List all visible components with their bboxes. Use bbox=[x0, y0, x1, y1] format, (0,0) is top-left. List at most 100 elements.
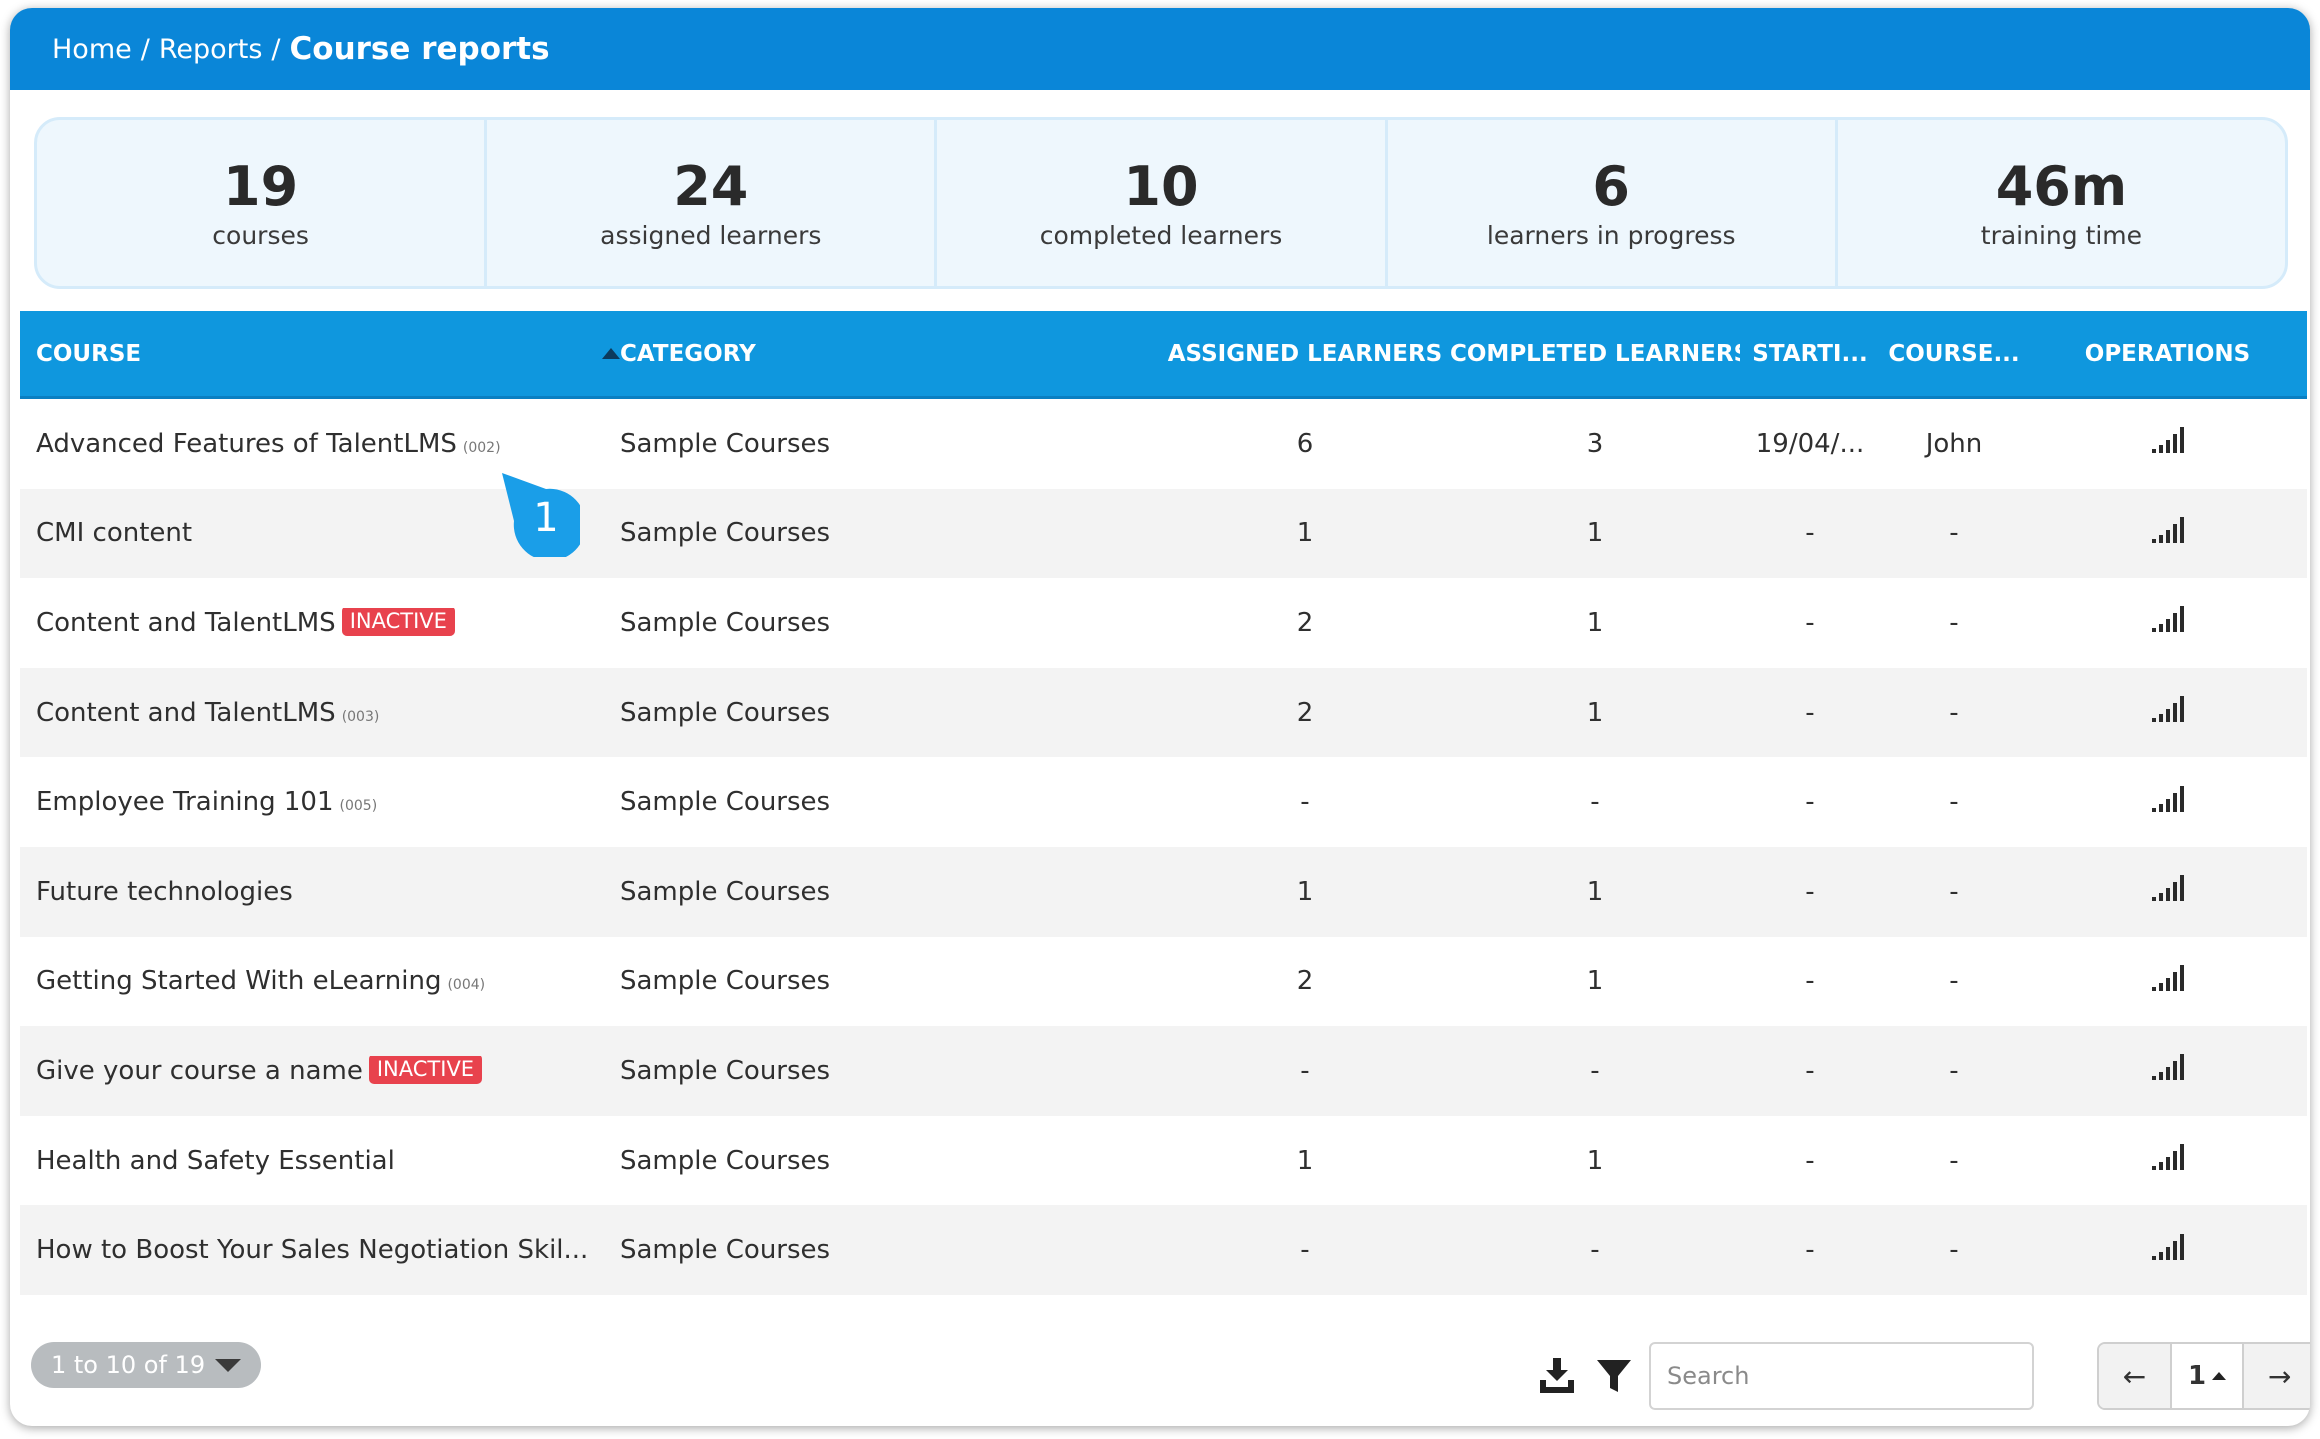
next-page-button[interactable]: → bbox=[2244, 1344, 2310, 1408]
bar-chart-icon[interactable] bbox=[2151, 1054, 2184, 1081]
bar-chart-icon[interactable] bbox=[2151, 606, 2184, 633]
course-name-link[interactable]: Content and TalentLMS bbox=[36, 698, 336, 728]
table-header: COURSE CATEGORY ASSIGNED LEARNERS COMPLE… bbox=[20, 311, 2307, 399]
bar-chart-icon[interactable] bbox=[2151, 1233, 2184, 1260]
table-row[interactable]: Content and TalentLMS (003) Sample Courses… bbox=[20, 667, 2307, 758]
download-icon[interactable] bbox=[1538, 1356, 1576, 1394]
course-code: (002) bbox=[462, 439, 501, 456]
course-cell: Health and Safety Essential bbox=[20, 1146, 620, 1176]
category-cell: Sample Courses bbox=[620, 1145, 831, 1176]
course-code: (003) bbox=[341, 708, 380, 725]
course-reports-card: Home / Reports / Course reports 19 cours… bbox=[10, 8, 2310, 1426]
search-input[interactable] bbox=[1649, 1342, 2034, 1410]
filter-icon[interactable] bbox=[1596, 1358, 1632, 1394]
breadcrumb: Home / Reports / Course reports bbox=[10, 8, 2310, 90]
bar-chart-icon[interactable] bbox=[2151, 785, 2184, 812]
starting-cell: - bbox=[1805, 787, 1815, 818]
sort-asc-icon[interactable] bbox=[602, 347, 620, 359]
completed-learners-cell: 1 bbox=[1586, 876, 1604, 907]
course-cell: How to Boost Your Sales Negotiation Skil… bbox=[20, 1235, 620, 1265]
category-cell: Sample Courses bbox=[620, 876, 831, 907]
bar-chart-icon[interactable] bbox=[2151, 427, 2184, 454]
operations-cell bbox=[2028, 1144, 2307, 1177]
operations-cell bbox=[2028, 875, 2307, 908]
course-code: (005) bbox=[339, 798, 378, 815]
inactive-badge: INACTIVE bbox=[368, 1055, 483, 1085]
course-name-link[interactable]: Employee Training 101 bbox=[36, 787, 334, 817]
category-cell: Sample Courses bbox=[620, 1055, 831, 1086]
course-name-link[interactable]: Advanced Features of TalentLMS bbox=[36, 429, 457, 459]
starting-cell: - bbox=[1805, 697, 1815, 728]
course-owner-cell: - bbox=[1949, 1055, 1959, 1086]
assigned-learners-cell: 1 bbox=[1296, 518, 1314, 549]
course-owner-cell: - bbox=[1949, 876, 1959, 907]
column-header-course-owner[interactable]: COURSE... bbox=[1880, 341, 2028, 367]
starting-cell: - bbox=[1805, 607, 1815, 638]
table-row[interactable]: How to Boost Your Sales Negotiation Skil… bbox=[20, 1205, 2307, 1295]
inactive-badge: INACTIVE bbox=[341, 607, 455, 637]
category-cell: Sample Courses bbox=[620, 1235, 831, 1266]
course-code: (004) bbox=[447, 977, 486, 994]
assigned-learners-cell: 2 bbox=[1296, 966, 1314, 997]
course-name-link[interactable]: How to Boost Your Sales Negotiation Skil… bbox=[36, 1235, 588, 1265]
column-header-category[interactable]: CATEGORY bbox=[620, 341, 1160, 367]
completed-learners-cell: 1 bbox=[1586, 1145, 1604, 1176]
category-cell: Sample Courses bbox=[620, 518, 831, 549]
operations-cell bbox=[2028, 606, 2307, 639]
starting-cell: - bbox=[1805, 1055, 1815, 1086]
column-header-completed-learners[interactable]: COMPLETED LEARNERS bbox=[1450, 341, 1740, 367]
table-row[interactable]: Content and TalentLMS INACTIVE Sample Cour… bbox=[20, 578, 2307, 668]
completed-learners-cell: 1 bbox=[1586, 697, 1604, 728]
table-row[interactable]: Employee Training 101 (005) Sample Courses… bbox=[20, 757, 2307, 847]
operations-cell bbox=[2028, 1233, 2307, 1267]
stat-training-time: 46m training time bbox=[1838, 120, 2285, 286]
table-row[interactable]: Give your course a name INACTIVE Sample Co… bbox=[20, 1026, 2307, 1116]
page-size-dropdown[interactable]: 1 to 10 of 19 bbox=[31, 1342, 262, 1388]
breadcrumb-home[interactable]: Home bbox=[52, 34, 132, 65]
course-owner-cell: - bbox=[1949, 518, 1959, 549]
prev-page-button[interactable]: ← bbox=[2099, 1344, 2170, 1408]
completed-learners-cell: 3 bbox=[1586, 428, 1604, 459]
stat-learners-in-progress: 6 learners in progress bbox=[1388, 120, 1838, 286]
table-row[interactable]: Health and Safety Essential Sample Course… bbox=[20, 1115, 2307, 1206]
table-row[interactable]: Getting Started With eLearning (004) Sampl… bbox=[20, 936, 2307, 1027]
category-cell: Sample Courses bbox=[620, 607, 831, 638]
starting-cell: - bbox=[1805, 1145, 1815, 1176]
bar-chart-icon[interactable] bbox=[2151, 696, 2184, 723]
table-row[interactable]: Future technologies Sample Courses 1 1 - - bbox=[20, 846, 2307, 937]
course-name-link[interactable]: Health and Safety Essential bbox=[36, 1146, 395, 1176]
completed-learners-cell: 1 bbox=[1586, 607, 1604, 638]
pagination: ← 1 → bbox=[2097, 1342, 2310, 1410]
breadcrumb-reports[interactable]: Reports bbox=[159, 34, 263, 65]
course-name-link[interactable]: CMI content bbox=[36, 518, 192, 548]
completed-learners-cell: 1 bbox=[1586, 518, 1604, 549]
course-cell: Give your course a name INACTIVE bbox=[20, 1055, 620, 1087]
course-name-link[interactable]: Give your course a name bbox=[36, 1056, 363, 1086]
completed-learners-cell: - bbox=[1590, 787, 1600, 818]
page-select[interactable]: 1 bbox=[2169, 1344, 2245, 1408]
course-name-link[interactable]: Future technologies bbox=[36, 877, 293, 907]
current-page-number: 1 bbox=[2187, 1361, 2207, 1391]
course-reports-table: COURSE CATEGORY ASSIGNED LEARNERS COMPLE… bbox=[20, 311, 2307, 1295]
operations-cell bbox=[2028, 964, 2307, 998]
stat-courses: 19 courses bbox=[37, 120, 488, 286]
assigned-learners-cell: - bbox=[1300, 1235, 1310, 1266]
column-header-starting[interactable]: STARTI... bbox=[1740, 341, 1880, 367]
column-header-assigned-learners[interactable]: ASSIGNED LEARNERS bbox=[1160, 341, 1450, 367]
course-name-link[interactable]: Content and TalentLMS bbox=[36, 608, 336, 638]
course-cell: Getting Started With eLearning (004) bbox=[20, 966, 620, 996]
table-row[interactable]: CMI content Sample Courses 1 1 - - bbox=[20, 488, 2307, 579]
course-name-link[interactable]: Getting Started With eLearning bbox=[36, 966, 441, 996]
completed-learners-cell: - bbox=[1590, 1235, 1600, 1266]
bar-chart-icon[interactable] bbox=[2151, 875, 2184, 902]
table-row[interactable]: Advanced Features of TalentLMS (002) Sampl… bbox=[20, 399, 2307, 489]
bar-chart-icon[interactable] bbox=[2151, 964, 2184, 991]
column-header-course[interactable]: COURSE bbox=[20, 341, 620, 367]
stat-label: learners in progress bbox=[1486, 220, 1736, 250]
starting-cell: - bbox=[1805, 876, 1815, 907]
bar-chart-icon[interactable] bbox=[2151, 1144, 2184, 1171]
breadcrumb-separator: / bbox=[271, 33, 281, 65]
bar-chart-icon[interactable] bbox=[2151, 516, 2184, 543]
category-cell: Sample Courses bbox=[620, 966, 831, 997]
course-owner-cell: - bbox=[1949, 966, 1959, 997]
